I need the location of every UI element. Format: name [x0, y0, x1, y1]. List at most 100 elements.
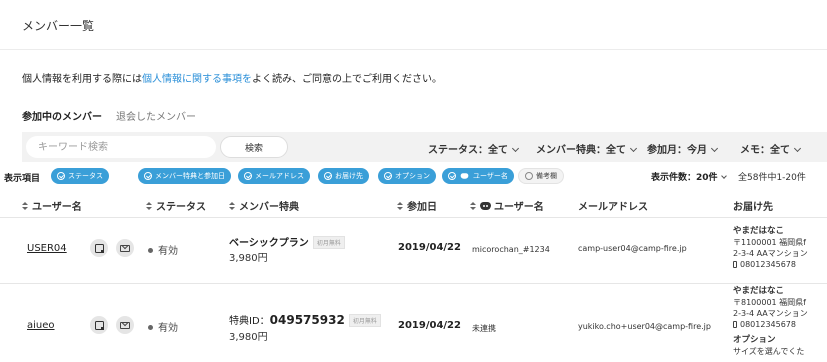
chip-label: オプション [395, 172, 430, 180]
notice-text-before: 個人情報を利用する際には [22, 74, 142, 85]
chevron-down-icon [629, 144, 638, 153]
status-text: 有効 [158, 246, 178, 257]
sort-icon [470, 202, 476, 211]
column-username[interactable]: ユーザー名 [22, 198, 82, 213]
sort-icon [229, 202, 235, 211]
chip-label: ユーザー名 [473, 172, 508, 180]
month-filter[interactable]: 参加月：今月 [647, 141, 719, 156]
member-tabs: 参加中のメンバー 退会したメンバー [22, 108, 196, 123]
column-status[interactable]: ステータス [146, 198, 206, 213]
status-filter-label: ステータス：全て [428, 145, 508, 156]
page-header: メンバー一覧 [0, 0, 827, 50]
plan-price: 3,980円 [229, 332, 268, 343]
status-value: 有効 [148, 319, 178, 334]
chip-benefit-joined[interactable]: メンバー特典と参加日 [138, 168, 231, 184]
message-button[interactable] [116, 316, 134, 334]
plan-price: 3,980円 [229, 253, 268, 264]
address-line2: 2-3-4 AAマンション [733, 249, 808, 258]
table-row: aiueo 有効 特典ID：049575932 初月無料 3,980円 2019/… [0, 284, 827, 362]
discord-username: 未連携 [472, 324, 496, 333]
page-title: メンバー一覧 [22, 19, 95, 33]
recipient-name: やまだはなこ [733, 286, 785, 296]
month-filter-label: 参加月：今月 [647, 145, 707, 156]
per-page-label: 表示件数：20件 [651, 173, 718, 183]
phone-line: 08012345678 [733, 259, 808, 270]
chip-email[interactable]: メールアドレス [238, 168, 310, 184]
sort-icon [397, 202, 403, 211]
chip-label: 備考欄 [536, 172, 557, 180]
phone-line: 08012345678 [733, 319, 808, 330]
free-first-month-tag: 初月無料 [348, 314, 381, 327]
phone-number: 08012345678 [740, 320, 796, 329]
chip-label: お届け先 [335, 172, 363, 180]
chip-label: メールアドレス [255, 172, 304, 180]
discord-username: micorochan_#1234 [472, 245, 550, 254]
chevron-down-icon [511, 144, 520, 153]
memo-button[interactable] [90, 316, 108, 334]
delivery-address: やまだはなこ 〒1100001 福岡県f 2-3-4 AAマンション 08012… [733, 226, 808, 270]
joined-date: 2019/04/22 [398, 242, 461, 253]
sort-icon [146, 202, 152, 211]
chip-username[interactable]: ユーザー名 [442, 168, 514, 184]
table-row: USER04 有効 ベーシックプラン 初月無料 3,980円 2019/04/22… [0, 218, 827, 284]
privacy-link[interactable]: 個人情報に関する事項を [142, 74, 252, 85]
mail-icon [120, 244, 130, 252]
column-joined[interactable]: 参加日 [397, 198, 437, 213]
phone-icon [733, 261, 737, 268]
status-filter[interactable]: ステータス：全て [428, 141, 520, 156]
note-icon [94, 320, 104, 330]
username-link[interactable]: USER04 [27, 243, 67, 254]
tab-active-members[interactable]: 参加中のメンバー [22, 108, 102, 123]
check-circle-icon [324, 172, 332, 180]
memo-filter[interactable]: メモ：全て [740, 141, 802, 156]
benefit-filter[interactable]: メンバー特典：全て [536, 141, 638, 156]
check-circle-icon [244, 172, 252, 180]
search-input[interactable] [26, 136, 216, 158]
memo-filter-label: メモ：全て [740, 145, 790, 156]
status-dot-icon [148, 248, 153, 253]
mail-icon [120, 321, 130, 329]
check-circle-icon [384, 172, 392, 180]
check-circle-icon [448, 172, 456, 180]
email-value: camp-user04@camp-fire.jp [578, 244, 687, 253]
chip-label: メンバー特典と参加日 [155, 172, 225, 180]
tab-withdrawn-members[interactable]: 退会したメンバー [116, 108, 196, 123]
column-label: ユーザー名 [32, 202, 82, 213]
notice-text-after: よく読み、ご同意の上でご利用ください。 [252, 74, 442, 85]
column-discord[interactable]: ユーザー名 [470, 198, 544, 213]
address-line2: 2-3-4 AAマンション [733, 309, 808, 318]
discord-icon [460, 173, 469, 179]
plan-id: 049575932 [269, 313, 345, 327]
sort-icon [22, 202, 28, 211]
check-circle-icon [57, 172, 65, 180]
chip-notes[interactable]: 備考欄 [518, 168, 564, 184]
free-first-month-tag: 初月無料 [312, 236, 345, 249]
note-icon [94, 243, 104, 253]
discord-icon [480, 202, 491, 210]
memo-button[interactable] [90, 239, 108, 257]
email-value: yukiko.cho+user04@camp-fire.jp [578, 322, 711, 331]
plan-name: ベーシックプラン 初月無料 [229, 234, 345, 250]
chip-delivery[interactable]: お届け先 [318, 168, 369, 184]
chip-status[interactable]: ステータス [51, 168, 109, 184]
phone-number: 08012345678 [740, 260, 796, 269]
address-line1: 〒8100001 福岡県f [733, 298, 806, 307]
benefit-filter-label: メンバー特典：全て [536, 145, 626, 156]
table-header: ユーザー名 ステータス メンバー特典 参加日 ユーザー名 メールアドレス お届け… [0, 192, 827, 218]
column-benefit[interactable]: メンバー特典 [229, 198, 299, 213]
chevron-down-icon [720, 173, 727, 179]
option-text: サイズを選んでくた [733, 347, 805, 356]
plan-text: ベーシックプラン [229, 238, 309, 249]
status-dot-icon [148, 325, 153, 330]
per-page-select[interactable]: 表示件数：20件 [651, 170, 727, 183]
column-label: 参加日 [407, 202, 437, 213]
empty-circle-icon [525, 172, 533, 180]
search-button[interactable]: 検索 [220, 136, 288, 158]
column-label: メンバー特典 [239, 202, 299, 213]
username-link[interactable]: aiueo [27, 320, 55, 331]
privacy-notice: 個人情報を利用する際には個人情報に関する事項をよく読み、ご同意の上でご利用くださ… [22, 70, 442, 85]
display-label: 表示項目 [4, 174, 41, 184]
column-delivery: お届け先 [733, 202, 773, 213]
message-button[interactable] [116, 239, 134, 257]
chip-option[interactable]: オプション [378, 168, 436, 184]
